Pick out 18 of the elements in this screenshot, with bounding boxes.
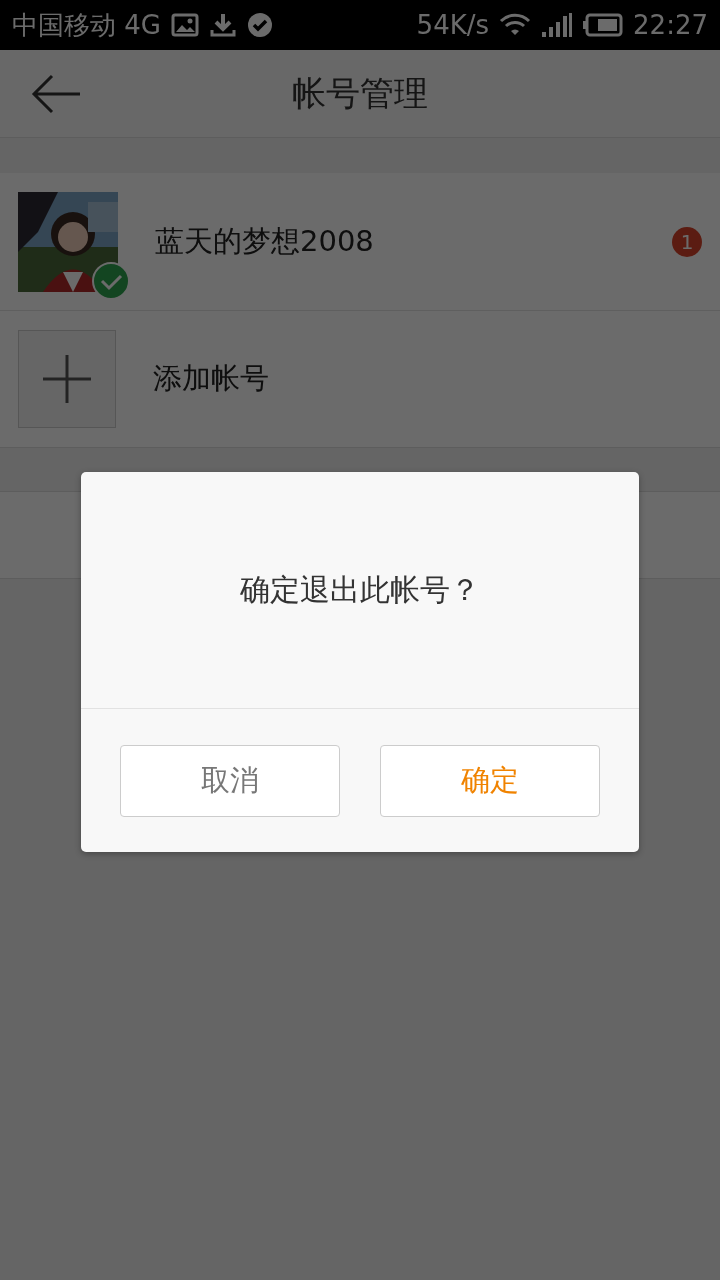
account-name: 蓝天的梦想2008: [155, 222, 375, 260]
add-account-label: 添加帐号: [153, 360, 270, 397]
page-title: 帐号管理: [292, 72, 428, 113]
signal-icon: [541, 12, 574, 38]
cancel-button[interactable]: 取消: [120, 745, 340, 817]
download-icon: [208, 12, 237, 38]
carrier-text: 中国移动 4G: [12, 8, 161, 42]
account-row[interactable]: 蓝天的梦想2008 1: [0, 173, 720, 310]
clock-text: 22:27: [633, 10, 708, 40]
network-speed-text: 54K/s: [416, 10, 490, 40]
count-badge: 1: [672, 226, 702, 257]
battery-icon: [583, 13, 624, 37]
image-icon: [170, 13, 199, 37]
check-circle-icon: [246, 12, 273, 38]
confirm-button[interactable]: 确定: [380, 745, 600, 817]
account-row[interactable]: 添加帐号: [0, 310, 720, 447]
wifi-icon: [499, 13, 532, 37]
dialog-message: 确定退出此帐号？: [240, 570, 480, 609]
